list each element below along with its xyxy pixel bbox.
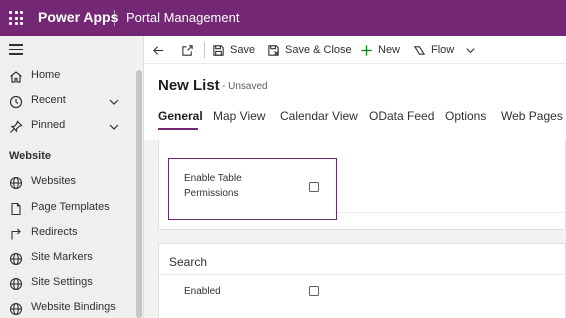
new-button[interactable]: New — [360, 41, 400, 59]
sidebar-item-site-markers[interactable]: Site Markers — [0, 248, 136, 270]
sidebar-item-site-settings[interactable]: Site Settings — [0, 273, 136, 295]
page-icon — [8, 201, 24, 217]
flow-icon — [413, 45, 426, 55]
active-tab-indicator — [158, 128, 198, 130]
app-launcher-icon[interactable] — [9, 11, 23, 25]
sidebar-section-title: Website — [9, 150, 51, 162]
tab-odata-feed[interactable]: OData Feed — [369, 109, 434, 123]
app-header-bar: Power Apps Portal Management — [0, 0, 566, 36]
field-label: Enable Table Permissions — [184, 171, 242, 201]
field-label-line: Permissions — [184, 188, 239, 199]
globe-icon — [8, 175, 24, 191]
plus-icon — [361, 44, 372, 56]
sidebar-item-pinned[interactable]: Pinned — [0, 116, 136, 138]
open-in-new-window-icon — [182, 44, 193, 56]
globe-icon — [8, 276, 24, 292]
chevron-down-icon — [466, 47, 475, 53]
sidebar-item-page-templates[interactable]: Page Templates — [0, 198, 136, 220]
flow-label: Flow — [431, 44, 455, 56]
clock-icon — [8, 94, 24, 110]
tab-map-view[interactable]: Map View — [213, 109, 265, 123]
redirect-icon — [8, 226, 24, 242]
enable-table-permissions-checkbox[interactable] — [309, 182, 319, 192]
home-icon — [8, 69, 24, 85]
field-label-line: Enable Table — [184, 173, 242, 184]
hamburger-icon[interactable] — [9, 44, 23, 56]
sidebar-item-websites[interactable]: Websites — [0, 172, 136, 194]
chevron-down-icon[interactable] — [108, 96, 120, 108]
permissions-section: Enable Table Permissions — [158, 140, 566, 230]
pin-icon — [8, 119, 24, 135]
sidebar-scrollbar-thumb[interactable] — [136, 70, 142, 318]
save-button[interactable]: Save — [212, 41, 255, 59]
tab-calendar-view[interactable]: Calendar View — [280, 109, 358, 123]
save-icon — [213, 44, 224, 56]
save-close-icon — [268, 44, 279, 56]
sidebar-item-label: Website Bindings — [31, 301, 116, 313]
chevron-down-icon[interactable] — [108, 121, 120, 133]
new-label: New — [378, 44, 401, 56]
search-enabled-checkbox[interactable] — [309, 286, 319, 296]
sidebar-item-website-bindings[interactable]: Website Bindings — [0, 298, 136, 318]
sidebar-item-home[interactable]: Home — [0, 66, 136, 88]
save-and-close-button[interactable]: Save & Close — [267, 41, 352, 59]
enable-table-permissions-field[interactable]: Enable Table Permissions — [168, 158, 337, 220]
tab-general[interactable]: General — [158, 109, 203, 123]
open-in-new-window-button[interactable] — [181, 41, 194, 59]
sidebar-item-label: Site Markers — [31, 251, 93, 263]
sidebar-item-label: Page Templates — [31, 201, 110, 213]
sidebar-item-recent[interactable]: Recent — [0, 91, 136, 113]
back-button[interactable] — [152, 41, 165, 59]
command-divider — [204, 42, 205, 58]
flow-button[interactable]: Flow — [413, 41, 482, 59]
form-header: New List - Unsaved General Map View Cale… — [144, 64, 566, 140]
globe-icon — [8, 251, 24, 267]
header-divider — [114, 10, 115, 26]
sidebar-item-label: Site Settings — [31, 276, 93, 288]
back-arrow-icon — [153, 45, 164, 55]
section-divider — [159, 274, 566, 275]
section-title: Search — [169, 255, 208, 269]
save-label: Save — [230, 44, 256, 56]
sidebar-item-label: Recent — [31, 94, 66, 106]
sidebar-item-label: Pinned — [31, 119, 66, 131]
tab-options[interactable]: Options — [445, 109, 486, 123]
sidebar-item-redirects[interactable]: Redirects — [0, 223, 136, 245]
globe-icon — [8, 301, 24, 317]
app-name[interactable]: Power Apps — [38, 9, 118, 25]
command-bar: Save Save & Close New Flow — [144, 36, 566, 64]
search-section: Search Enabled — [158, 243, 566, 318]
sidebar-item-label: Home — [31, 69, 61, 81]
page-title: New List — [158, 77, 220, 94]
sidebar-item-label: Websites — [31, 175, 77, 187]
sidebar-item-label: Redirects — [31, 226, 78, 238]
enabled-label: Enabled — [184, 286, 221, 297]
sidebar: Home Recent Pinned Website Websites Page… — [0, 36, 144, 318]
save-and-close-label: Save & Close — [285, 44, 352, 56]
save-status: - Unsaved — [222, 81, 268, 92]
portal-name[interactable]: Portal Management — [126, 10, 239, 25]
tab-web-pages[interactable]: Web Pages — [501, 109, 563, 123]
form-content: Enable Table Permissions Search Enabled — [144, 140, 566, 318]
